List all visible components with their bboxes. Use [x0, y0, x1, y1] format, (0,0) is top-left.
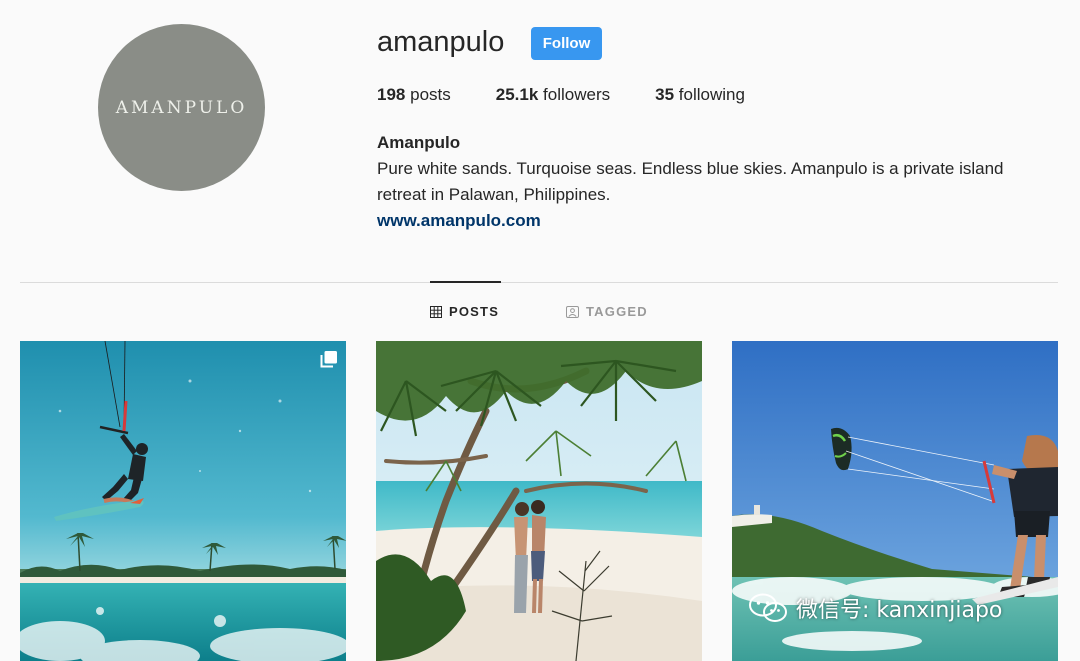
multiple-photos-icon: [320, 351, 337, 368]
post-image: [376, 341, 702, 661]
profile-avatar[interactable]: AMANPULO: [98, 24, 265, 191]
post-thumbnail-couple-beach[interactable]: [376, 341, 702, 661]
following-stat[interactable]: 35 following: [655, 85, 745, 105]
posts-stat: 198 posts: [377, 85, 451, 105]
followers-count: 25.1k: [495, 85, 539, 104]
tab-posts[interactable]: POSTS: [430, 304, 499, 319]
avatar-logo-text: AMANPULO: [115, 97, 248, 118]
profile-page: AMANPULO amanpulo Follow 198 posts 25.1k…: [0, 0, 1080, 661]
follow-button[interactable]: Follow: [531, 27, 602, 60]
profile-bio: Amanpulo Pure white sands. Turquoise sea…: [377, 130, 1057, 234]
active-tab-indicator: [430, 281, 501, 283]
followers-stat[interactable]: 25.1k followers: [496, 85, 610, 105]
tabs-divider: [20, 282, 1058, 283]
tagged-person-icon: [566, 305, 579, 318]
bio-full-name: Amanpulo: [377, 133, 461, 152]
tab-posts-label: POSTS: [449, 304, 500, 319]
post-image: [20, 341, 346, 661]
wechat-watermark: 微信号: kanxinjiapo: [748, 592, 1002, 624]
following-count: 35: [655, 85, 675, 104]
watermark-text: 微信号: kanxinjiapo: [796, 598, 1003, 623]
grid-icon: [430, 305, 442, 318]
profile-stats: 198 posts 25.1k followers 35 following: [377, 85, 790, 105]
profile-username: amanpulo: [377, 26, 505, 58]
bio-text: Pure white sands. Turquoise seas. Endles…: [377, 159, 1004, 204]
following-label: following: [678, 85, 745, 104]
posts-label: posts: [410, 85, 451, 104]
bio-website-link[interactable]: www.amanpulo.com: [377, 208, 541, 234]
posts-count: 198: [377, 85, 406, 104]
tab-tagged[interactable]: TAGGED: [566, 304, 648, 319]
wechat-icon: [749, 593, 787, 622]
post-thumbnail-kitesurf-jump[interactable]: [20, 341, 346, 661]
tab-tagged-label: TAGGED: [586, 304, 648, 319]
followers-label: followers: [543, 85, 611, 104]
